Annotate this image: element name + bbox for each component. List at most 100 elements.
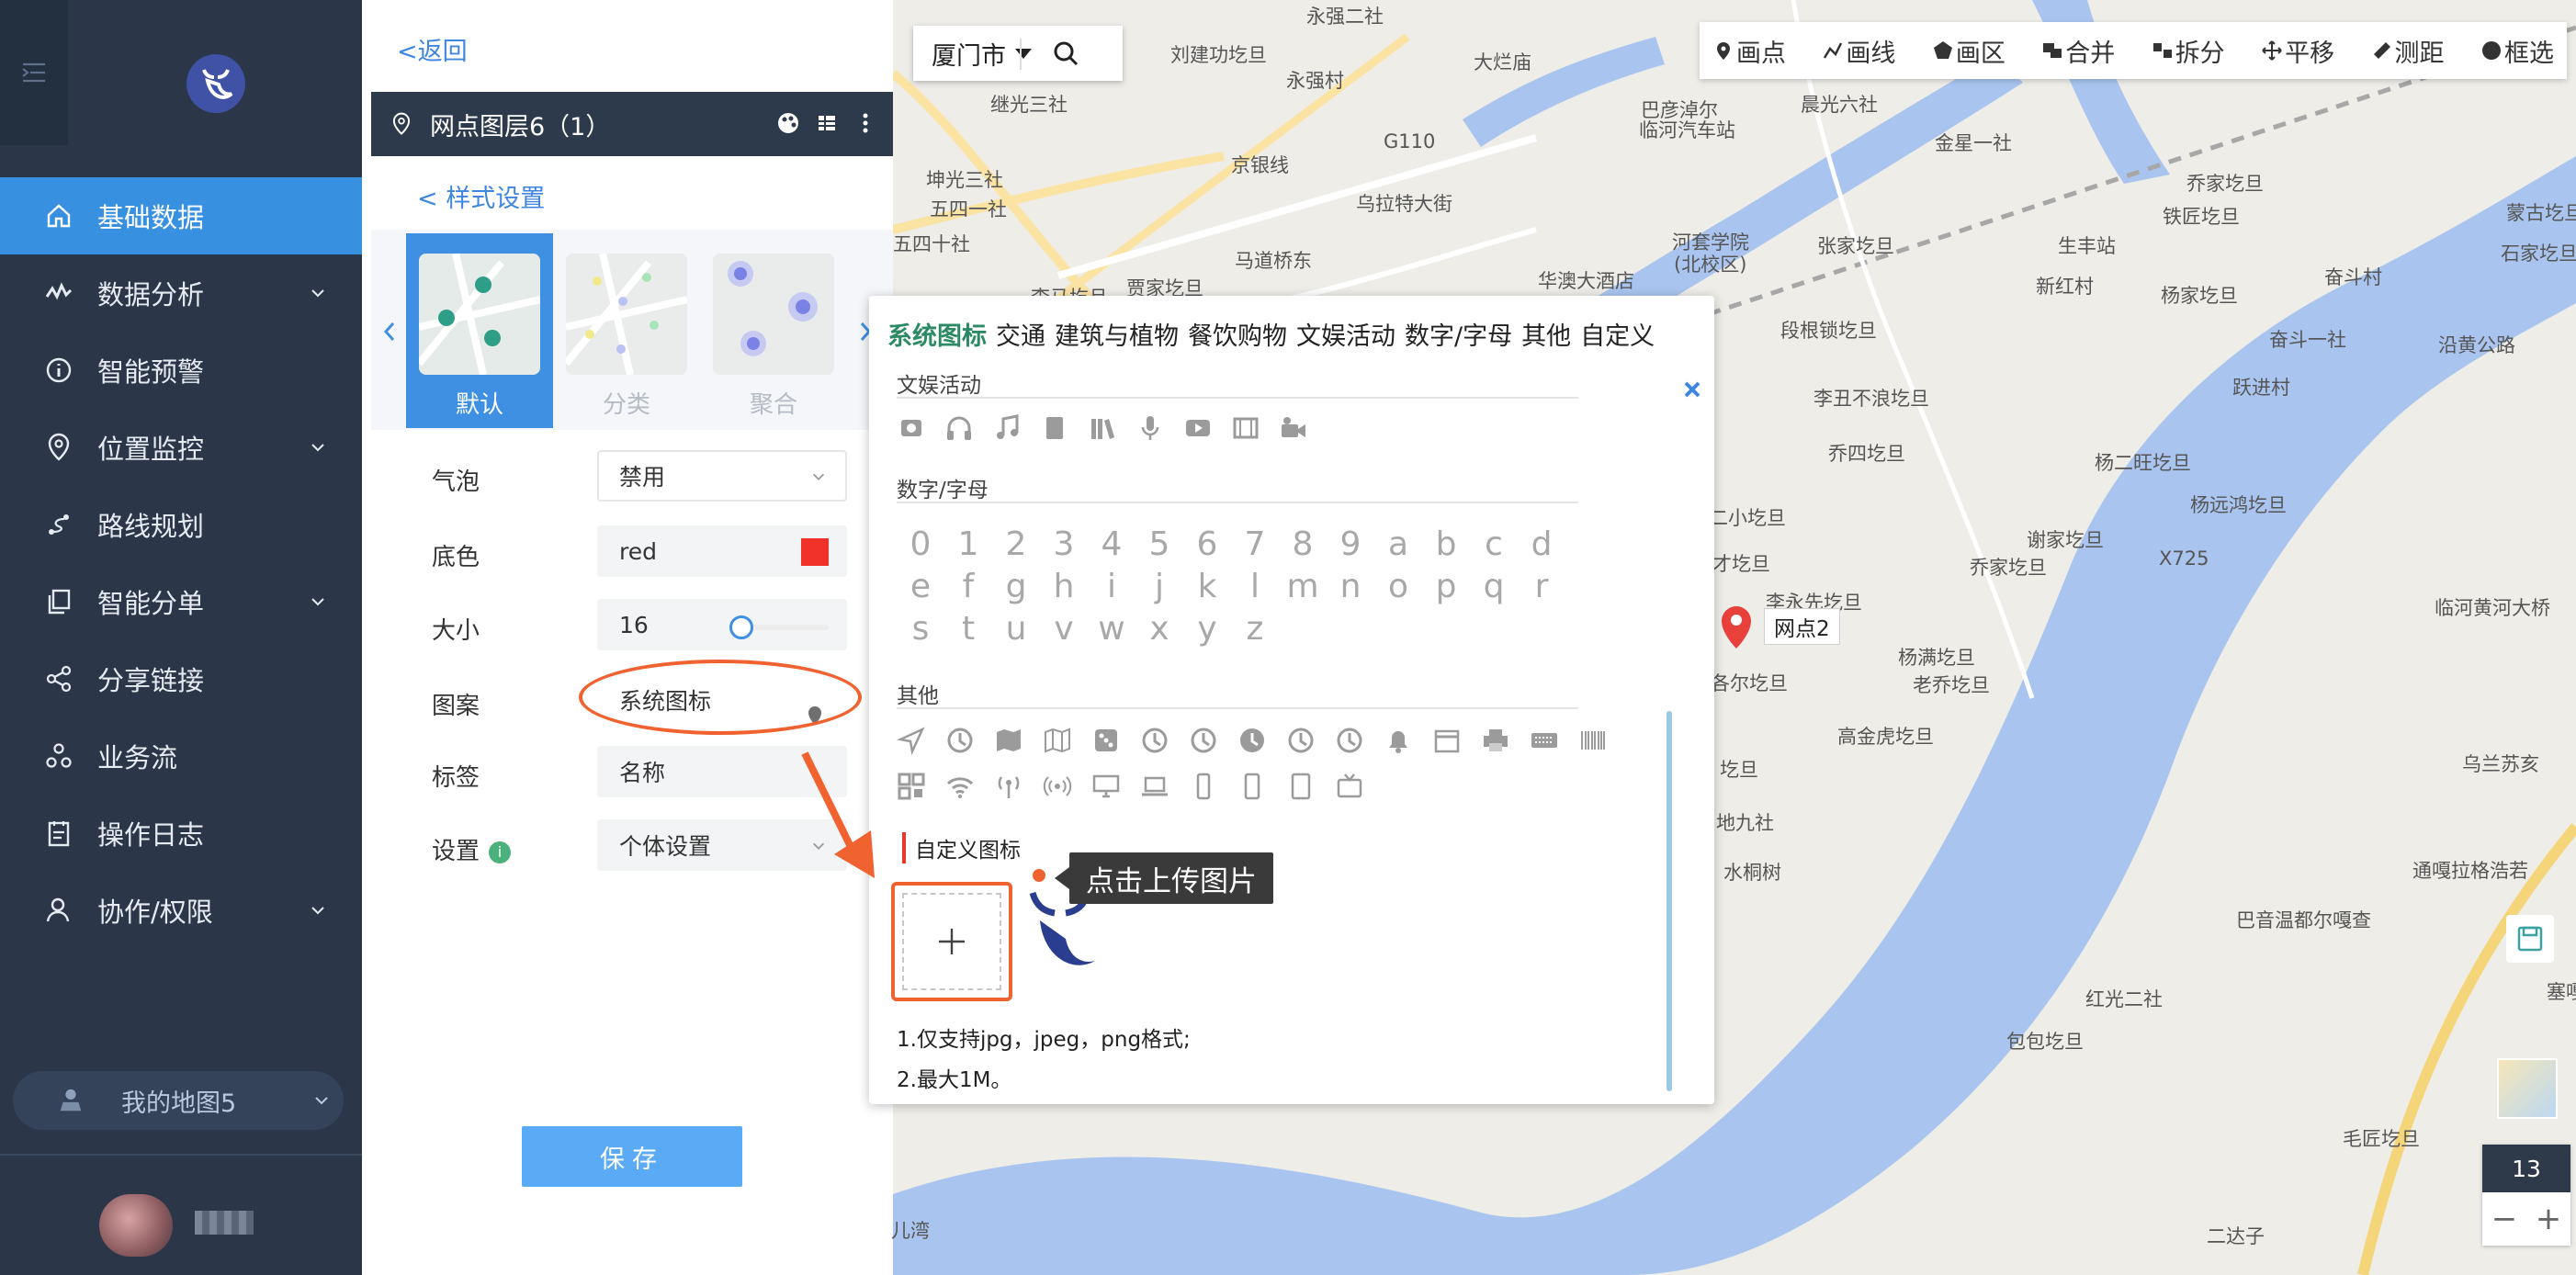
search-icon[interactable] [1051,39,1080,68]
tool-draw-line[interactable]: 画线 [1822,33,1895,69]
smartphone-icon[interactable] [1237,772,1267,801]
stopwatch-icon[interactable] [1335,726,1364,755]
my-map-selector[interactable]: 我的地图5 [13,1071,344,1130]
table-icon[interactable] [814,110,840,136]
nav-route-planning[interactable]: 路线规划 [0,486,362,563]
microphone-icon[interactable] [1135,413,1165,443]
navigation-arrow-icon[interactable] [897,726,926,755]
char-icon[interactable]: 8 [1279,524,1327,566]
char-icon[interactable]: o [1374,566,1422,608]
map-type-thumbnail[interactable] [2497,1058,2558,1119]
tool-split[interactable]: 拆分 [2152,33,2225,69]
clock-filled-icon[interactable] [1237,726,1267,755]
char-icon[interactable]: e [897,566,944,608]
style-settings-back[interactable]: < 样式设置 [417,178,545,214]
dice-icon[interactable] [1091,726,1121,755]
map-outline-icon[interactable] [1043,726,1072,755]
char-icon[interactable]: m [1279,566,1327,608]
char-icon[interactable]: g [992,566,1040,608]
nav-location-monitor[interactable]: 位置监控 [0,409,362,486]
tab-buildings-plants[interactable]: 建筑与植物 [1055,322,1179,351]
tile-default[interactable]: 默认 [406,233,553,428]
upload-image-button[interactable] [891,882,1012,1001]
tab-food-shopping[interactable]: 餐饮购物 [1188,322,1287,351]
menu-toggle-button[interactable] [0,0,68,145]
char-icon[interactable]: 0 [897,524,944,566]
char-icon[interactable]: h [1040,566,1088,608]
clock-outline-icon[interactable] [1189,726,1218,755]
char-icon[interactable]: 9 [1327,524,1374,566]
headphones-icon[interactable] [944,413,974,443]
size-slider-handle[interactable] [729,615,753,639]
char-icon[interactable]: 1 [944,524,992,566]
char-icon[interactable]: 4 [1088,524,1135,566]
more-vertical-icon[interactable] [853,110,878,136]
tile-category[interactable]: 分类 [553,233,700,428]
char-icon[interactable]: t [944,608,992,650]
char-icon[interactable]: r [1518,566,1565,608]
marker-label[interactable]: 网点2 [1764,608,1840,645]
tablet-icon[interactable] [1286,772,1316,801]
film-icon[interactable] [1231,413,1260,443]
nav-share-link[interactable]: 分享链接 [0,640,362,717]
char-icon[interactable]: w [1088,608,1135,650]
scrollbar[interactable] [1666,711,1672,1091]
char-icon[interactable]: j [1135,566,1183,608]
back-link[interactable]: <返回 [397,31,468,67]
base-color-picker[interactable]: red [597,525,847,577]
char-icon[interactable]: u [992,608,1040,650]
char-icon[interactable]: f [944,566,992,608]
printer-icon[interactable] [1481,726,1510,755]
zoom-out-button[interactable]: − [2482,1192,2526,1246]
tool-measure[interactable]: 测距 [2371,33,2445,69]
bell-icon[interactable] [1384,726,1413,755]
nav-collaboration[interactable]: 协作/权限 [0,872,362,949]
char-icon[interactable]: q [1470,566,1518,608]
library-icon[interactable] [1088,413,1117,443]
char-icon[interactable]: y [1183,608,1231,650]
char-icon[interactable]: d [1518,524,1565,566]
map-marker-icon[interactable] [1720,603,1753,652]
tool-draw-area[interactable]: 画区 [1932,33,2005,69]
char-icon[interactable]: v [1040,608,1088,650]
video-play-icon[interactable] [1183,413,1213,443]
tab-transport[interactable]: 交通 [996,322,1045,351]
char-icon[interactable]: s [897,608,944,650]
video-camera-icon[interactable] [1279,413,1308,443]
char-icon[interactable]: b [1422,524,1470,566]
keyboard-icon[interactable] [1530,726,1559,755]
city-selector[interactable]: 厦门市 [913,26,1123,81]
book-icon[interactable] [1040,413,1069,443]
char-icon[interactable]: p [1422,566,1470,608]
camera-icon[interactable] [897,413,926,443]
music-note-icon[interactable] [992,413,1022,443]
char-icon[interactable]: z [1231,608,1279,650]
history-icon[interactable] [1140,726,1169,755]
nav-workflow[interactable]: 业务流 [0,717,362,795]
tool-box-select[interactable]: 框选 [2480,33,2554,69]
wifi-icon[interactable] [945,772,975,801]
nav-operation-log[interactable]: 操作日志 [0,795,362,872]
tab-entertainment[interactable]: 文娱活动 [1296,322,1395,351]
tool-pan[interactable]: 平移 [2261,33,2334,69]
broadcast-tower-icon[interactable] [994,772,1023,801]
zoom-in-button[interactable]: + [2526,1192,2570,1246]
map-fold-icon[interactable] [994,726,1023,755]
tab-system-icons[interactable]: 系统图标 [887,322,987,351]
bubble-select[interactable]: 禁用 [597,450,847,502]
tab-custom[interactable]: 自定义 [1580,322,1655,351]
compass-icon[interactable] [945,726,975,755]
qrcode-icon[interactable] [897,772,926,801]
char-icon[interactable]: k [1183,566,1231,608]
tv-icon[interactable] [1335,772,1364,801]
save-button[interactable]: 保存 [522,1126,742,1187]
char-icon[interactable]: 3 [1040,524,1088,566]
tile-cluster[interactable]: 聚合 [700,233,847,428]
close-icon[interactable] [1681,378,1703,401]
barcode-icon[interactable] [1578,726,1608,755]
char-icon[interactable]: a [1374,524,1422,566]
char-icon[interactable]: n [1327,566,1374,608]
nav-basic-data[interactable]: 基础数据 [0,177,362,254]
upload-dropzone[interactable] [902,893,1001,990]
nav-smart-alert[interactable]: 智能预警 [0,332,362,409]
